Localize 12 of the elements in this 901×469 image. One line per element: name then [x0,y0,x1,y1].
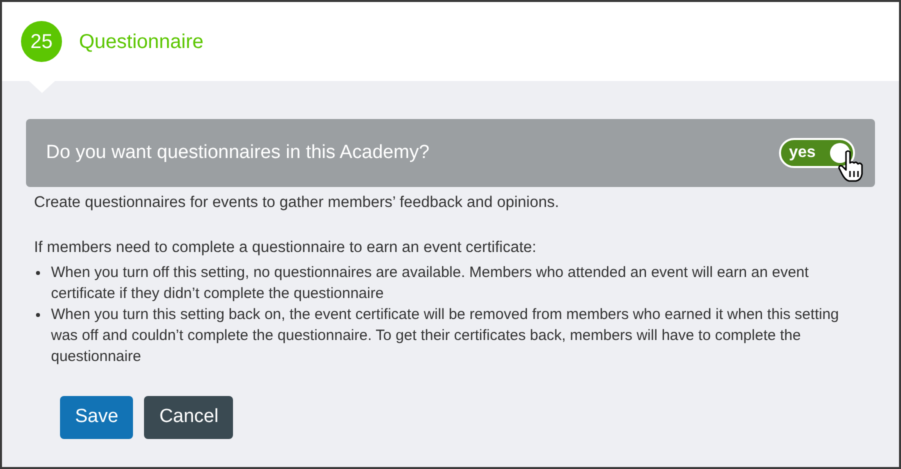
cancel-button[interactable]: Cancel [144,396,234,438]
save-button[interactable]: Save [60,396,134,438]
bullet-text: When you turn off this setting, no questionnaires are available. Members who attended an event will earn an event certificate if they didn’t complete the questionnaire [51,262,810,304]
setting-question: Do you want questionnaires in this Academy? [46,140,430,165]
note-intro: If members need to complete a questionnaire to earn an event certificate: [33,238,538,258]
bullet-icon [36,312,40,316]
bullet-text: When you turn this setting back on, the event certificate will be removed from members who earned it when this setting was off and couldn’t complete the questionnaire. To get their certificates back, members will have to complete the questionnaire [51,304,840,366]
hand-cursor-icon [837,149,865,183]
section-title: Questionnaire [79,30,204,54]
bullet-icon [36,270,40,274]
description-text: Create questionnaires for events to gather members’ feedback and opinions. [33,193,560,213]
step-number: 25 [21,21,62,62]
